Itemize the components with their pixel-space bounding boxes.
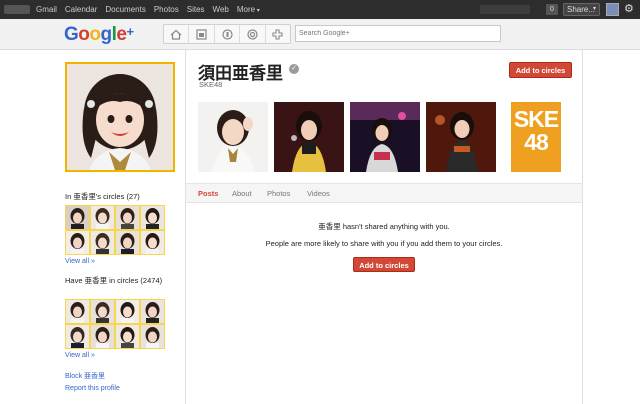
in-circles-title: In 亜香里's circles (27)	[65, 192, 140, 201]
add-to-circles-button[interactable]: Add to circles	[509, 62, 572, 78]
circle-member-thumb[interactable]	[115, 205, 140, 230]
circle-member-thumb[interactable]	[140, 205, 165, 230]
circle-member-thumb[interactable]	[115, 299, 140, 324]
nav-gmail[interactable]: Gmail	[36, 5, 57, 14]
circle-member-thumb[interactable]	[90, 299, 115, 324]
add-to-circles-button-bottom[interactable]: Add to circles	[353, 257, 415, 272]
main-nav-icons	[163, 24, 291, 44]
circle-member-thumb[interactable]	[140, 230, 165, 255]
tab-about[interactable]: About	[232, 189, 252, 198]
circle-member-thumb[interactable]	[115, 230, 140, 255]
account-avatar[interactable]	[606, 3, 619, 16]
report-profile-link[interactable]: Report this profile	[65, 385, 120, 392]
block-user-link[interactable]: Block 亜香里	[65, 371, 105, 381]
nav-web[interactable]: Web	[213, 5, 229, 14]
content-right-edge	[582, 50, 583, 404]
circle-member-thumb[interactable]	[140, 324, 165, 349]
nav-more[interactable]: More	[237, 5, 260, 14]
circle-member-thumb[interactable]	[65, 324, 90, 349]
nav-documents[interactable]: Documents	[105, 5, 145, 14]
ske48-logo[interactable]: SKE 48	[511, 102, 561, 172]
gplus-header: Google+	[0, 19, 640, 50]
empty-stream-hint: People are more likely to share with you…	[265, 239, 503, 248]
blurred-username	[4, 5, 30, 14]
circle-member-thumb[interactable]	[90, 205, 115, 230]
google-black-bar: Gmail Calendar Documents Photos Sites We…	[0, 0, 640, 19]
games-icon[interactable]	[266, 25, 290, 43]
tab-videos[interactable]: Videos	[307, 189, 330, 198]
nav-photos[interactable]: Photos	[154, 5, 179, 14]
circle-member-thumb[interactable]	[65, 205, 90, 230]
circle-member-thumb[interactable]	[140, 299, 165, 324]
have-in-circles-grid	[65, 299, 165, 349]
nav-calendar[interactable]: Calendar	[65, 5, 97, 14]
circle-member-thumb[interactable]	[65, 230, 90, 255]
view-all-in-circles-link[interactable]: View all »	[65, 258, 95, 265]
gear-icon[interactable]: ⚙	[624, 2, 634, 16]
tab-posts[interactable]: Posts	[198, 189, 218, 198]
view-all-have-in-circles-link[interactable]: View all »	[65, 352, 95, 359]
nav-sites[interactable]: Sites	[187, 5, 205, 14]
circle-member-thumb[interactable]	[65, 299, 90, 324]
photo-thumbnail[interactable]	[426, 102, 496, 172]
home-icon[interactable]	[164, 25, 190, 43]
black-bar-nav: Gmail Calendar Documents Photos Sites We…	[36, 0, 260, 19]
profile-photo[interactable]	[65, 62, 175, 172]
circle-member-thumb[interactable]	[90, 324, 115, 349]
circle-member-thumb[interactable]	[90, 230, 115, 255]
verified-icon: ✓	[289, 64, 299, 74]
profile-tabs: Posts About Photos Videos	[186, 183, 582, 203]
photo-thumbnail[interactable]	[198, 102, 268, 172]
circles-icon[interactable]	[240, 25, 266, 43]
profile-icon[interactable]	[215, 25, 241, 43]
profile-subtitle: SKE48	[199, 80, 223, 89]
search-input[interactable]	[295, 25, 501, 42]
tab-photos[interactable]: Photos	[267, 189, 290, 198]
photo-thumbnail[interactable]	[274, 102, 344, 172]
photo-thumbnail[interactable]	[350, 102, 420, 172]
photos-icon[interactable]	[189, 25, 215, 43]
google-plus-logo[interactable]: Google+	[64, 24, 134, 46]
circle-member-thumb[interactable]	[115, 324, 140, 349]
empty-stream-message: 亜香里 hasn't shared anything with you.	[318, 222, 450, 231]
blurred-account-name	[480, 5, 530, 14]
have-in-circles-title: Have 亜香里 in circles (2474)	[65, 276, 163, 285]
share-button[interactable]: Share...	[563, 3, 600, 16]
in-circles-grid	[65, 205, 165, 255]
notification-count[interactable]: 0	[546, 4, 558, 15]
